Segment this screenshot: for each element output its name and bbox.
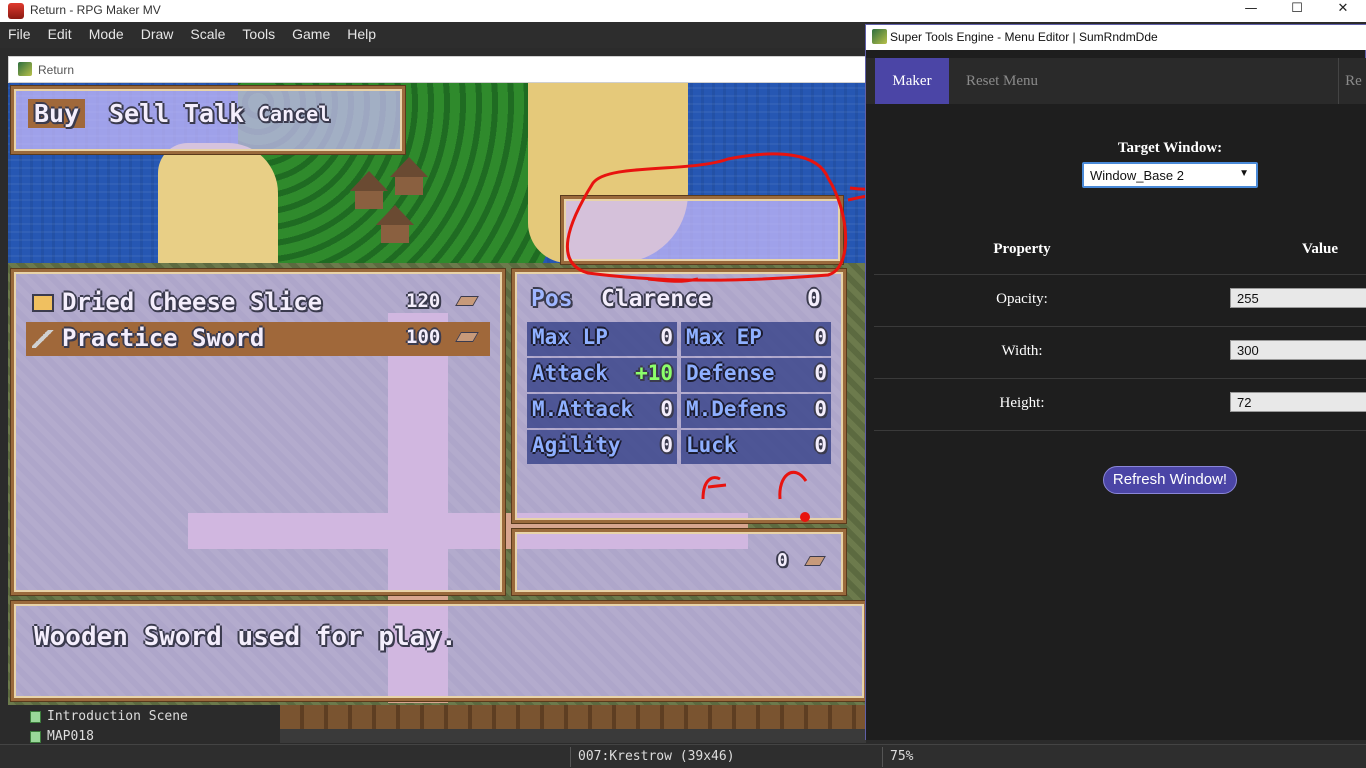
menu-bar: File Edit Mode Draw Scale Tools Game Hel… bbox=[0, 22, 866, 48]
game-icon bbox=[18, 62, 32, 76]
rpg-maker-app-icon bbox=[8, 3, 24, 19]
menu-game[interactable]: Game bbox=[284, 22, 339, 48]
screen: Return - RPG Maker MV — ☐ ✕ File Edit Mo… bbox=[0, 0, 1366, 768]
zoom-level: 75% bbox=[890, 749, 914, 764]
tab-maker[interactable]: Maker bbox=[875, 58, 949, 104]
ste-title: Super Tools Engine - Menu Editor | SumRn… bbox=[890, 30, 1158, 44]
red-dot bbox=[800, 512, 810, 522]
minimize-button[interactable]: — bbox=[1228, 0, 1274, 22]
close-button[interactable]: ✕ bbox=[1320, 0, 1366, 22]
map-info: 007:Krestrow (39x46) bbox=[578, 749, 735, 764]
menu-scale[interactable]: Scale bbox=[182, 22, 234, 48]
property-row-width: Width: 300 bbox=[874, 327, 1366, 379]
menu-help[interactable]: Help bbox=[339, 22, 385, 48]
ste-body: Target Window: Window_Base 2 ▼ Property … bbox=[866, 104, 1366, 740]
red-mark-1 bbox=[701, 476, 727, 500]
value-header: Value bbox=[1301, 241, 1339, 257]
window-controls: — ☐ ✕ bbox=[1228, 0, 1366, 22]
map-icon bbox=[30, 711, 41, 723]
red-mark-2 bbox=[778, 470, 808, 500]
property-header: Property bbox=[993, 241, 1051, 257]
map-tree: Introduction Scene MAP018 bbox=[0, 705, 275, 744]
super-tools-engine-window: Super Tools Engine - Menu Editor | SumRn… bbox=[865, 24, 1366, 740]
target-window-select[interactable]: Window_Base 2 ▼ bbox=[1082, 162, 1258, 188]
title-bar: Return - RPG Maker MV — ☐ ✕ bbox=[0, 0, 1366, 22]
horizontal-scrollbar[interactable] bbox=[280, 729, 866, 743]
dropdown-arrow-icon: ▼ bbox=[1239, 168, 1249, 179]
game-window-title: Return bbox=[38, 63, 75, 77]
property-row-opacity: Opacity: 255 bbox=[874, 275, 1366, 327]
game-window-title-bar: Return bbox=[8, 56, 868, 83]
target-window-label: Target Window: bbox=[1117, 140, 1223, 156]
map-icon bbox=[30, 731, 41, 743]
game-screen[interactable]: Buy Sell Talk Cancel Dried Cheese Slice … bbox=[8, 83, 866, 705]
menu-draw[interactable]: Draw bbox=[133, 22, 183, 48]
tab-partial[interactable]: Re bbox=[1338, 58, 1366, 104]
refresh-window-button[interactable]: Refresh Window! bbox=[1103, 466, 1237, 494]
window-title: Return - RPG Maker MV bbox=[30, 3, 161, 17]
property-row-height: Height: 72 bbox=[874, 379, 1366, 431]
menu-edit[interactable]: Edit bbox=[40, 22, 81, 48]
menu-tools[interactable]: Tools bbox=[234, 22, 284, 48]
red-annotation-layer bbox=[565, 152, 866, 522]
width-input[interactable]: 300 bbox=[1230, 340, 1366, 360]
red-scribble-circle bbox=[565, 152, 848, 282]
menu-mode[interactable]: Mode bbox=[81, 22, 133, 48]
tab-reset-menu[interactable]: Reset Menu bbox=[952, 58, 1052, 104]
height-input[interactable]: 72 bbox=[1230, 392, 1366, 412]
status-bar: 007:Krestrow (39x46) 75% bbox=[0, 744, 1366, 768]
menu-file[interactable]: File bbox=[0, 22, 40, 48]
tile-palette[interactable] bbox=[280, 705, 866, 729]
maximize-button[interactable]: ☐ bbox=[1274, 0, 1320, 22]
ste-app-icon bbox=[872, 29, 887, 44]
ste-tab-bar: Maker Reset Menu Re bbox=[866, 58, 1366, 104]
opacity-input[interactable]: 255 bbox=[1230, 288, 1366, 308]
ste-title-bar: Super Tools Engine - Menu Editor | SumRn… bbox=[866, 25, 1366, 50]
